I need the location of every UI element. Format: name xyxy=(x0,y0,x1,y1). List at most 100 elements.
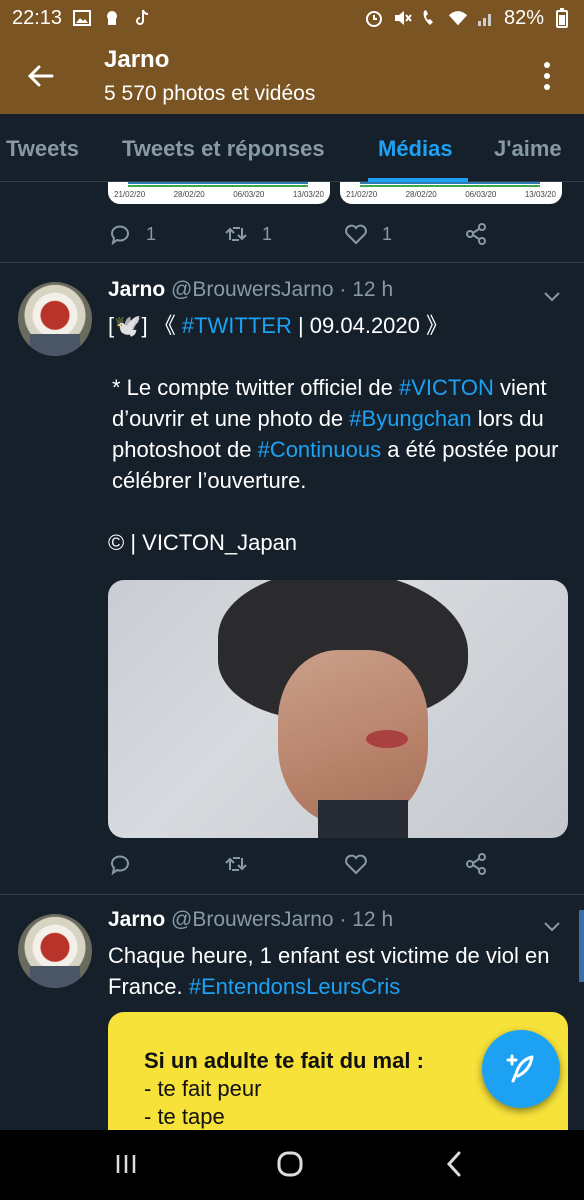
alarm-icon xyxy=(364,8,384,28)
heart-icon xyxy=(345,224,367,245)
avatar[interactable] xyxy=(18,914,92,988)
tab-tweets-replies[interactable]: Tweets et réponses xyxy=(122,136,325,162)
chevron-left-icon xyxy=(446,1151,461,1177)
media-feed[interactable]: 21/02/20 28/02/20 06/03/20 13/03/20 21/0… xyxy=(0,182,584,1130)
retweet-count: 1 xyxy=(262,223,273,244)
hashtag-link[interactable]: #Continuous xyxy=(258,437,382,462)
battery-level: 82% xyxy=(503,6,544,29)
compose-tweet-button[interactable] xyxy=(482,1030,560,1108)
tweet-photo[interactable] xyxy=(108,580,568,838)
compose-feather-icon xyxy=(506,1054,534,1083)
system-nav-bar xyxy=(0,1130,584,1200)
tweet-time: · 12 h xyxy=(339,908,394,931)
tweet-credit: © | VICTON_Japan xyxy=(108,530,298,555)
tick-label: 06/03/20 xyxy=(465,190,497,199)
tab-media[interactable]: Médias xyxy=(378,136,453,162)
chart-ticks: 21/02/20 28/02/20 06/03/20 13/03/20 xyxy=(114,190,324,199)
media-count: 5 570 photos et vidéos xyxy=(104,82,316,105)
retweet-button[interactable]: 1 xyxy=(224,222,272,246)
wifi-icon xyxy=(448,8,468,28)
battery-icon xyxy=(552,8,572,28)
chart-ticks: 21/02/20 28/02/20 06/03/20 13/03/20 xyxy=(346,190,556,199)
mute-icon xyxy=(392,8,412,28)
share-icon xyxy=(466,223,486,245)
tweet-line: [🕊️] 《 #TWITTER | 09.04.2020 》 xyxy=(108,310,568,341)
scrollbar[interactable] xyxy=(579,910,584,982)
back-button[interactable] xyxy=(18,56,62,96)
hashtag-link[interactable]: #TWITTER xyxy=(182,313,292,338)
chevron-down-icon[interactable] xyxy=(540,284,564,308)
image-text-line: Si un adulte te fait du mal : xyxy=(144,1048,424,1073)
tick-label: 21/02/20 xyxy=(114,190,146,199)
text-segment: [🕊️] 《 xyxy=(108,313,182,338)
back-nav-button[interactable] xyxy=(424,1144,484,1184)
android-debug-icon xyxy=(102,8,122,28)
image-text-line: - te fait peur xyxy=(144,1076,262,1101)
tweet-text: Chaque heure, 1 enfant est victime de vi… xyxy=(108,940,568,1002)
tab-likes[interactable]: J'aime xyxy=(494,136,562,162)
share-button[interactable] xyxy=(464,222,488,246)
tweet-header: Jarno @BrouwersJarno · 12 h xyxy=(108,908,393,932)
signal-icon xyxy=(476,8,496,28)
tick-label: 21/02/20 xyxy=(346,190,378,199)
tweet-text: [🕊️] 《 #TWITTER | 09.04.2020 》 * Le comp… xyxy=(108,310,568,558)
tick-label: 13/03/20 xyxy=(292,190,324,199)
profile-tabs: Tweets Tweets et réponses Médias J'aime xyxy=(0,114,584,182)
chart-image-2[interactable]: 21/02/20 28/02/20 06/03/20 13/03/20 xyxy=(340,182,562,204)
reply-count: 1 xyxy=(146,223,157,244)
arrow-left-icon xyxy=(27,65,54,87)
tweet-actions xyxy=(108,852,488,882)
home-icon xyxy=(277,1151,303,1177)
tweet-paragraph: * Le compte twitter officiel de #VICTON … xyxy=(108,372,568,496)
retweet-icon xyxy=(225,227,247,241)
author-name[interactable]: Jarno xyxy=(108,908,165,931)
image-icon xyxy=(72,8,92,28)
more-options-button[interactable] xyxy=(532,56,562,96)
author-name[interactable]: Jarno xyxy=(108,278,165,301)
avatar[interactable] xyxy=(18,282,92,356)
text-segment: | 09.04.2020 》 xyxy=(291,313,449,338)
tweet-divider xyxy=(0,894,584,895)
photo-shape xyxy=(366,730,408,748)
author-handle[interactable]: @BrouwersJarno xyxy=(171,908,334,931)
clock: 22:13 xyxy=(12,6,63,29)
profile-header: Jarno 5 570 photos et vidéos xyxy=(0,36,584,114)
reply-button[interactable]: 1 xyxy=(108,222,156,246)
retweet-button[interactable] xyxy=(224,852,248,876)
like-button[interactable]: 1 xyxy=(344,222,392,246)
reply-icon xyxy=(111,855,129,876)
photo-shape xyxy=(318,800,408,838)
heart-icon xyxy=(345,854,367,875)
hashtag-link[interactable]: #Byungchan xyxy=(349,406,471,431)
tab-tweets[interactable]: Tweets xyxy=(6,136,79,162)
chevron-down-icon[interactable] xyxy=(540,914,564,938)
hashtag-link[interactable]: #EntendonsLeursCris xyxy=(189,974,401,999)
tick-label: 13/03/20 xyxy=(524,190,556,199)
text-segment: * Le compte twitter officiel de xyxy=(112,375,399,400)
previous-tweet-media: 21/02/20 28/02/20 06/03/20 13/03/20 21/0… xyxy=(108,182,562,204)
image-text-line: - te tape xyxy=(144,1104,225,1129)
share-button[interactable] xyxy=(464,852,488,876)
reply-icon xyxy=(111,225,129,246)
more-vertical-icon xyxy=(544,62,550,90)
previous-tweet-actions: 1 1 1 xyxy=(108,222,488,252)
retweet-icon xyxy=(225,857,247,871)
reply-button[interactable] xyxy=(108,852,132,876)
chart-line xyxy=(128,185,308,187)
wifi-call-icon xyxy=(420,8,440,28)
recent-apps-button[interactable] xyxy=(96,1144,156,1184)
like-count: 1 xyxy=(382,223,393,244)
recent-apps-icon xyxy=(116,1155,136,1173)
tiktok-icon xyxy=(132,8,152,28)
home-button[interactable] xyxy=(260,1144,320,1184)
tweet-header: Jarno @BrouwersJarno · 12 h xyxy=(108,278,393,302)
like-button[interactable] xyxy=(344,852,368,876)
chart-line xyxy=(360,185,540,187)
hashtag-link[interactable]: #VICTON xyxy=(399,375,494,400)
tweet-divider xyxy=(0,262,584,263)
chart-image-1[interactable]: 21/02/20 28/02/20 06/03/20 13/03/20 xyxy=(108,182,330,204)
tweet-time: · 12 h xyxy=(339,278,394,301)
author-handle[interactable]: @BrouwersJarno xyxy=(171,278,334,301)
